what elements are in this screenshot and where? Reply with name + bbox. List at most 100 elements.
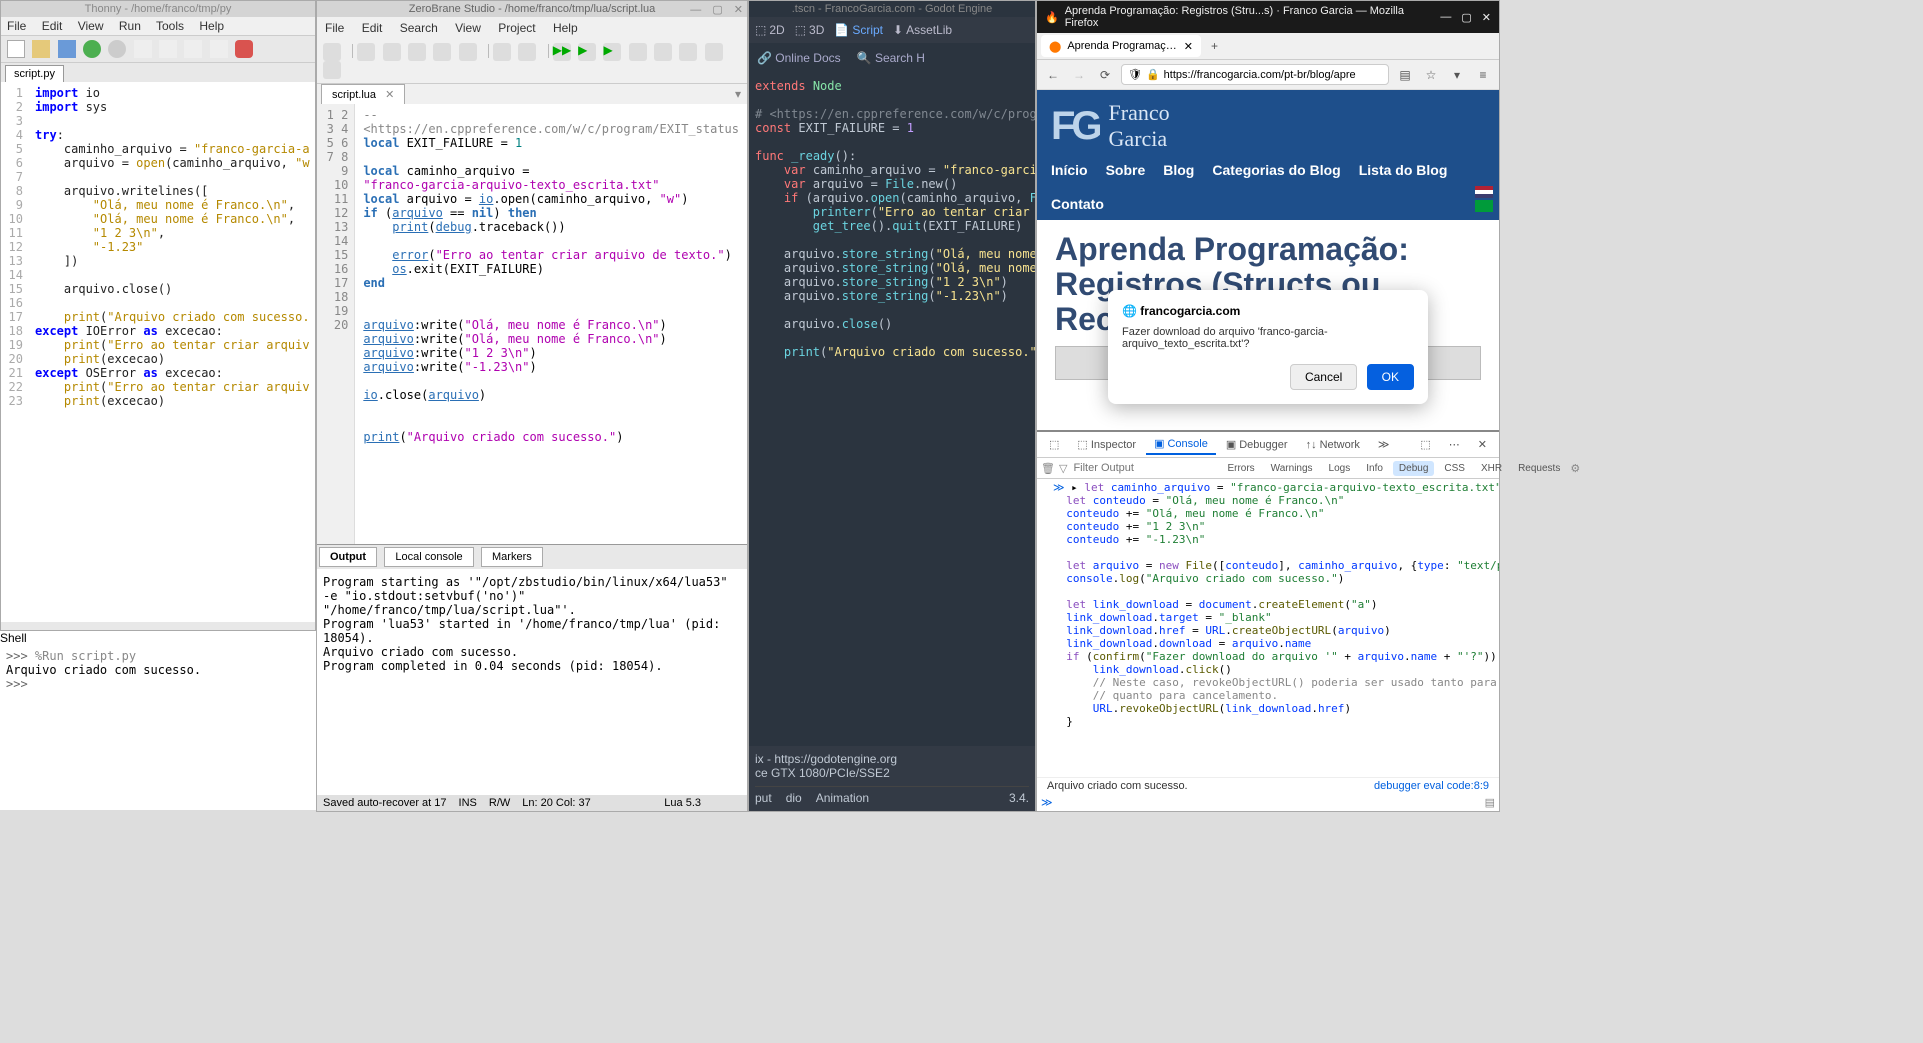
- folder-icon[interactable]: [459, 43, 477, 61]
- tab-3d[interactable]: ⬚ 3D: [795, 23, 825, 37]
- hamburger-icon[interactable]: ≡: [1473, 65, 1493, 85]
- stop-icon[interactable]: [235, 40, 253, 58]
- menu-search[interactable]: Search: [400, 21, 438, 35]
- contato-row[interactable]: Contato: [1037, 188, 1499, 220]
- filter-input[interactable]: [1071, 460, 1217, 476]
- save-icon[interactable]: [58, 40, 76, 58]
- new-icon[interactable]: [357, 43, 375, 61]
- devtools-close-icon[interactable]: ✕: [1470, 435, 1495, 454]
- ok-button[interactable]: OK: [1367, 364, 1414, 390]
- close-icon[interactable]: ✕: [1482, 11, 1491, 24]
- menu-view[interactable]: View: [78, 19, 104, 33]
- nav-blog[interactable]: Blog: [1163, 162, 1194, 178]
- print-icon[interactable]: [323, 43, 341, 61]
- console-source-link[interactable]: debugger eval code:8:9: [1374, 780, 1489, 792]
- clear-console-icon[interactable]: 🗑: [1041, 462, 1055, 475]
- devtools-dock-icon[interactable]: ⬚: [1412, 435, 1438, 454]
- menu-file[interactable]: File: [325, 21, 344, 35]
- nav-sobre[interactable]: Sobre: [1106, 162, 1146, 178]
- maximize-icon[interactable]: ▢: [1461, 11, 1471, 24]
- zbs-output[interactable]: Program starting as '"/opt/zbstudio/bin/…: [317, 569, 747, 809]
- tab-debugger[interactable]: ▣ Debugger: [1218, 435, 1296, 454]
- search-help-link[interactable]: 🔍 Search H: [857, 51, 925, 65]
- devtools-overflow-icon[interactable]: ≫: [1370, 435, 1398, 454]
- save-icon[interactable]: [408, 43, 426, 61]
- pause-icon[interactable]: [705, 43, 723, 61]
- find-icon[interactable]: [493, 43, 511, 61]
- step-out-icon[interactable]: [184, 40, 202, 58]
- tab-2d[interactable]: ⬚ 2D: [755, 23, 785, 37]
- tab-assetlib[interactable]: ⬇ AssetLib: [893, 23, 952, 37]
- replace-icon[interactable]: [518, 43, 536, 61]
- menu-edit[interactable]: Edit: [42, 19, 63, 33]
- online-docs-link[interactable]: 🔗 Online Docs: [757, 51, 841, 65]
- tab-local-console[interactable]: Local console: [384, 547, 473, 567]
- forward-button[interactable]: →: [1069, 65, 1089, 85]
- settings-icon[interactable]: ⚙: [1570, 462, 1580, 475]
- url-bar[interactable]: 🛡 🔒 https://francogarcia.com/pt-br/blog/…: [1121, 64, 1389, 85]
- chip-css[interactable]: CSS: [1438, 461, 1471, 476]
- menu-help[interactable]: Help: [199, 19, 224, 33]
- editor-tab-script-lua[interactable]: script.lua ✕: [321, 84, 405, 104]
- debug-icon[interactable]: [108, 40, 126, 58]
- cancel-button[interactable]: Cancel: [1290, 364, 1357, 390]
- pocket-icon[interactable]: ▾: [1447, 65, 1467, 85]
- chip-errors[interactable]: Errors: [1221, 461, 1260, 476]
- menu-tools[interactable]: Tools: [156, 19, 184, 33]
- open-icon[interactable]: [383, 43, 401, 61]
- menu-file[interactable]: File: [7, 19, 26, 33]
- close-icon[interactable]: ✕: [734, 4, 743, 16]
- menu-project[interactable]: Project: [498, 21, 535, 35]
- new-tab-button[interactable]: +: [1201, 35, 1228, 57]
- step-icon[interactable]: [629, 43, 647, 61]
- thonny-editor[interactable]: 1 2 3 4 5 6 7 8 9 10 11 12 13 14 15 16 1…: [1, 82, 315, 622]
- bookmark-icon[interactable]: ☆: [1421, 65, 1441, 85]
- tab-markers[interactable]: Markers: [481, 547, 543, 567]
- filter-icon[interactable]: ▽: [1059, 462, 1067, 475]
- shell-tab[interactable]: Shell: [0, 631, 316, 645]
- debug-icon[interactable]: ▶: [578, 43, 596, 61]
- shield-icon[interactable]: 🛡: [1128, 68, 1142, 81]
- step-over-icon[interactable]: [134, 40, 152, 58]
- flag-br[interactable]: [1475, 200, 1493, 212]
- lua-code[interactable]: -- <https://en.cppreference.com/w/c/prog…: [355, 104, 747, 544]
- devtools-menu-icon[interactable]: ⋯: [1441, 435, 1468, 454]
- bottom-tab-animation[interactable]: Animation: [816, 791, 869, 805]
- editor-tab-script-py[interactable]: script.py: [5, 65, 64, 82]
- run-icon[interactable]: ▶▶: [553, 43, 571, 61]
- step-into-icon[interactable]: [159, 40, 177, 58]
- chip-xhr[interactable]: XHR: [1475, 461, 1508, 476]
- menu-help[interactable]: Help: [553, 21, 578, 35]
- tab-menu-icon[interactable]: ▾: [735, 87, 741, 101]
- tab-script[interactable]: 📄 Script: [834, 23, 883, 37]
- run-icon[interactable]: [83, 40, 101, 58]
- chip-debug[interactable]: Debug: [1393, 461, 1434, 476]
- reload-button[interactable]: ⟳: [1095, 65, 1115, 85]
- new-file-icon[interactable]: [7, 40, 25, 58]
- saveall-icon[interactable]: [433, 43, 451, 61]
- chip-warnings[interactable]: Warnings: [1265, 461, 1319, 476]
- gdscript-code[interactable]: extends Node # <https://en.cppreference.…: [749, 73, 1035, 365]
- close-tab-icon[interactable]: ✕: [1184, 40, 1193, 53]
- resume-icon[interactable]: [210, 40, 228, 58]
- nav-inicio[interactable]: Início: [1051, 162, 1088, 178]
- bottom-tab-audio[interactable]: dio: [786, 791, 802, 805]
- nav-categorias[interactable]: Categorias do Blog: [1212, 162, 1340, 178]
- shell-prompt2[interactable]: >>>: [6, 677, 310, 691]
- menu-run[interactable]: Run: [119, 19, 141, 33]
- minimize-icon[interactable]: —: [1440, 11, 1451, 24]
- tab-output[interactable]: Output: [319, 547, 377, 567]
- zbs-editor[interactable]: 1 2 3 4 5 6 7 8 9 10 11 12 13 14 15 16 1…: [317, 104, 747, 544]
- menu-edit[interactable]: Edit: [362, 21, 383, 35]
- close-tab-icon[interactable]: ✕: [385, 89, 394, 101]
- tab-network[interactable]: ↑↓ Network: [1298, 436, 1368, 454]
- tab-inspector[interactable]: ⬚ Inspector: [1069, 435, 1144, 454]
- tab-console[interactable]: ▣ Console: [1146, 434, 1216, 455]
- step-into-icon[interactable]: [654, 43, 672, 61]
- console-input-prompt[interactable]: ≫ ▤: [1037, 794, 1499, 811]
- reader-icon[interactable]: ▤: [1395, 65, 1415, 85]
- shell-output[interactable]: >>> %Run script.py Arquivo criado com su…: [0, 645, 316, 695]
- open-icon[interactable]: [32, 40, 50, 58]
- menu-view[interactable]: View: [455, 21, 481, 35]
- console-body[interactable]: ≫ ▸ let caminho_arquivo = "franco-garcia…: [1037, 479, 1499, 777]
